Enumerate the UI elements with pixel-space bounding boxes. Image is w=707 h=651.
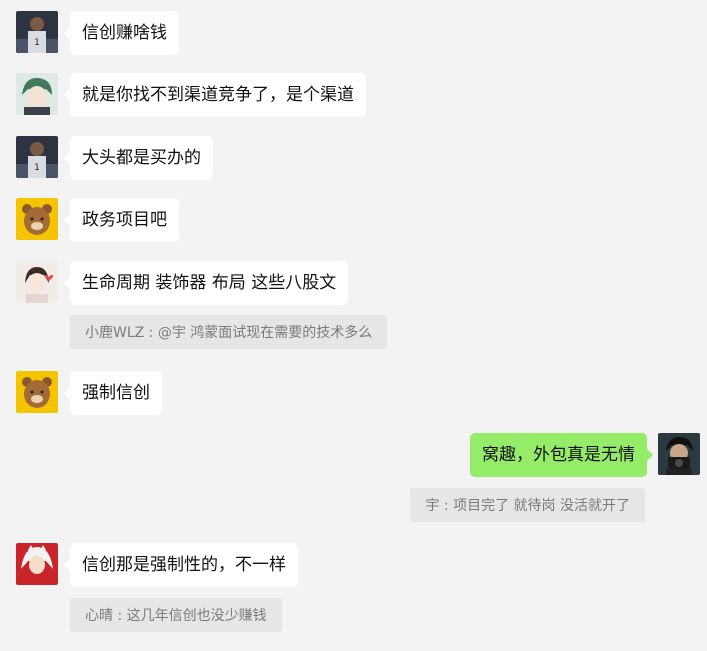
message-bubble[interactable]: 强制信创: [64, 371, 162, 415]
brown-bear-avatar-icon[interactable]: [16, 198, 58, 240]
player-avatar-icon[interactable]: 1: [16, 11, 58, 53]
inuyasha-avatar-icon[interactable]: [16, 543, 58, 585]
message-bubble[interactable]: 政务项目吧: [64, 198, 179, 242]
message-bubble[interactable]: 生命周期 装饰器 布局 这些八股文: [63, 261, 349, 305]
svg-text:1: 1: [34, 38, 40, 48]
anime-boy-avatar-icon[interactable]: [16, 73, 58, 115]
message-bubble[interactable]: 信创那是强制性的，不一样: [64, 543, 298, 587]
quoted-reply[interactable]: 宇 : 项目完了 就待岗 没活就开了: [410, 488, 645, 522]
message-bubble[interactable]: 就是你找不到渠道竞争了，是个渠道: [64, 73, 366, 117]
message-bubble[interactable]: 信创赚啥钱: [64, 11, 179, 55]
player-avatar-icon[interactable]: 1: [16, 136, 58, 178]
quoted-reply[interactable]: 心晴 : 这几年信创也没少赚钱: [70, 598, 282, 632]
message-bubble-self[interactable]: 窝趣，外包真是无情: [470, 433, 653, 477]
svg-text:1: 1: [34, 163, 40, 173]
message-bubble[interactable]: 大头都是买办的: [64, 136, 213, 180]
camera-boy-avatar-icon[interactable]: [658, 433, 700, 475]
quoted-reply[interactable]: 小鹿WLZ : @宇 鸿蒙面试现在需要的技术多么: [70, 315, 388, 349]
brown-bear-avatar-icon[interactable]: [16, 371, 58, 413]
girl-heart-avatar-icon[interactable]: [16, 261, 58, 303]
